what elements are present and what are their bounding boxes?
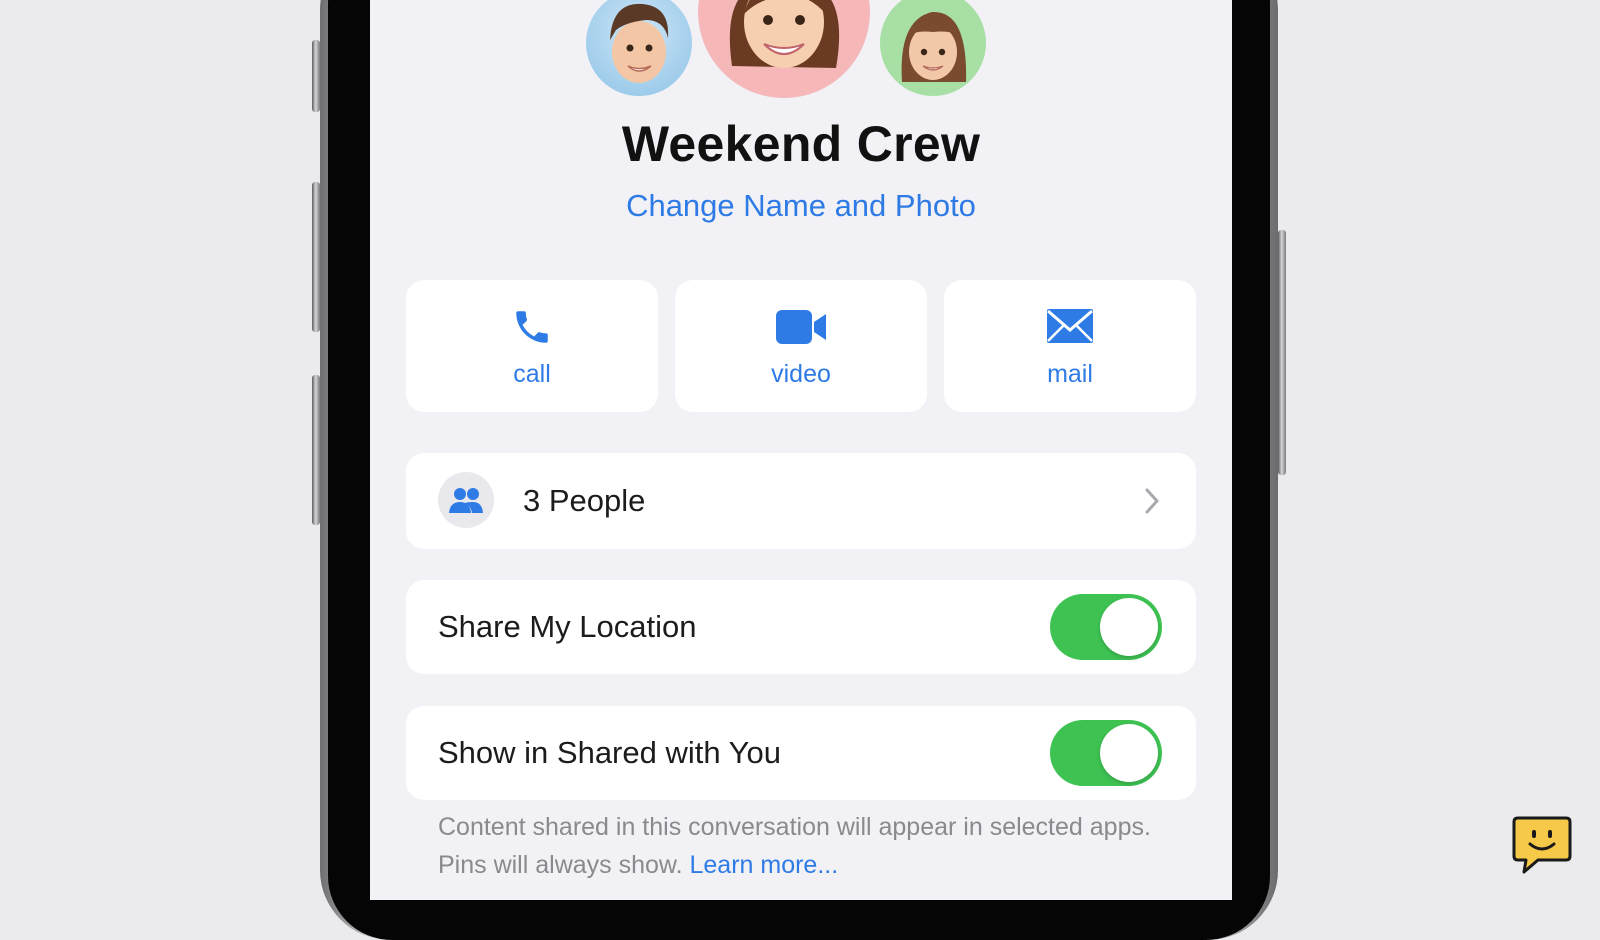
- share-location-toggle[interactable]: [1050, 594, 1162, 660]
- member-avatar-left[interactable]: [586, 0, 692, 96]
- group-name: Weekend Crew: [621, 116, 981, 172]
- video-label: video: [771, 360, 831, 388]
- call-label: call: [513, 360, 551, 388]
- video-camera-icon: [675, 306, 927, 350]
- change-name-photo-link[interactable]: Change Name and Photo: [370, 188, 1232, 224]
- video-button[interactable]: video: [675, 280, 927, 412]
- member-avatar-center[interactable]: [698, 0, 870, 98]
- chat-bubble-icon[interactable]: [1510, 814, 1574, 878]
- shared-with-you-row: Show in Shared with You: [406, 706, 1196, 800]
- call-button[interactable]: call: [406, 280, 658, 412]
- phone-icon: [406, 306, 658, 350]
- toggle-knob: [1100, 598, 1158, 656]
- group-info-screen: Weekend Crew Change Name and Photo call …: [370, 0, 1232, 900]
- power-button: [1278, 230, 1286, 475]
- envelope-icon: [944, 306, 1196, 350]
- mail-button[interactable]: mail: [944, 280, 1196, 412]
- member-avatar-right[interactable]: [880, 0, 986, 96]
- mail-label: mail: [1047, 360, 1093, 388]
- people-count: 3 People: [523, 483, 646, 518]
- shared-with-you-label: Show in Shared with You: [438, 735, 781, 770]
- toggle-knob: [1100, 724, 1158, 782]
- action-button: [312, 40, 320, 112]
- volume-down-button: [312, 375, 320, 525]
- shared-with-you-footnote: Content shared in this conversation will…: [438, 808, 1178, 884]
- share-location-row: Share My Location: [406, 580, 1196, 674]
- learn-more-link[interactable]: Learn more...: [689, 851, 838, 879]
- people-icon: [438, 472, 494, 528]
- people-row[interactable]: 3 People: [406, 453, 1196, 549]
- chevron-right-icon: [1144, 487, 1160, 520]
- share-location-label: Share My Location: [438, 609, 697, 644]
- shared-with-you-toggle[interactable]: [1050, 720, 1162, 786]
- volume-up-button: [312, 182, 320, 332]
